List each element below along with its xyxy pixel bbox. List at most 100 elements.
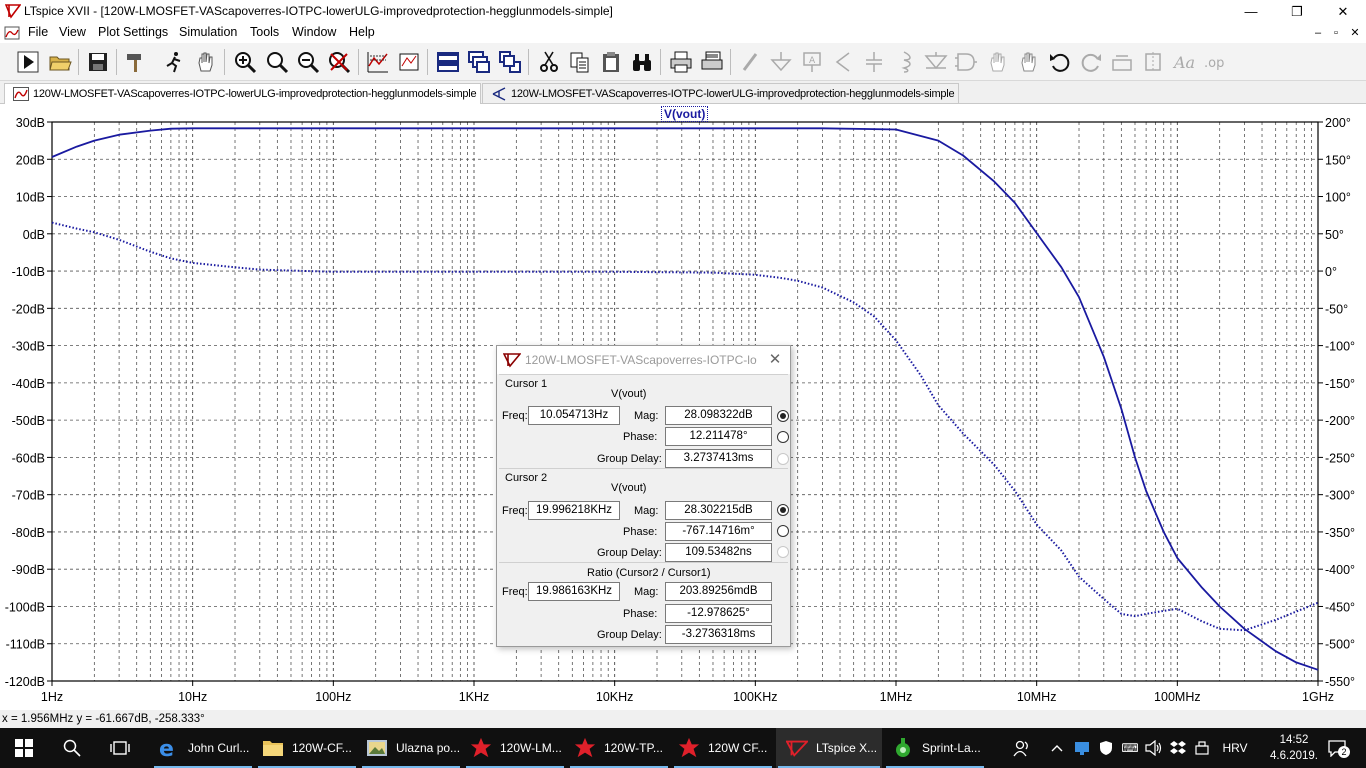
- cursor2-phase-field[interactable]: -767.14716m°: [665, 522, 772, 541]
- cursor2-phase-radio[interactable]: [777, 525, 789, 537]
- cursor1-phase-field[interactable]: 12.211478°: [665, 427, 772, 446]
- taskbar-item-ltspice-2[interactable]: 120W-TP...: [568, 728, 670, 768]
- pencil-icon: [742, 53, 758, 71]
- mdi-minimize-button[interactable]: –: [1309, 25, 1327, 41]
- inductor-button[interactable]: [890, 48, 918, 76]
- taskbar-item-edge[interactable]: e John Curl...: [152, 728, 254, 768]
- label-net-button[interactable]: A: [798, 48, 826, 76]
- ground-button[interactable]: [767, 48, 795, 76]
- ratio-phase-field[interactable]: -12.978625°: [665, 604, 772, 623]
- zoom-cancel-button[interactable]: [325, 48, 353, 76]
- cursor2-gd-field[interactable]: 109.53482ns: [665, 543, 772, 562]
- tray-volume[interactable]: [1143, 728, 1165, 768]
- move-button[interactable]: [984, 48, 1012, 76]
- search-button[interactable]: [48, 728, 96, 768]
- tray-dropbox[interactable]: [1167, 728, 1189, 768]
- run-button[interactable]: [14, 48, 42, 76]
- menu-plot-settings[interactable]: Plot Settings: [98, 25, 168, 39]
- people-button[interactable]: [1008, 728, 1036, 768]
- menu-help[interactable]: Help: [349, 25, 375, 39]
- tray-overflow-button[interactable]: [1046, 728, 1068, 768]
- tab-waveform[interactable]: 120W-LMOSFET-VAScapoverres-IOTPC-lowerUL…: [4, 83, 482, 104]
- dialog-title-bar[interactable]: 120W-LMOSFET-VAScapoverres-IOTPC-lo... ✕: [497, 346, 790, 374]
- mdi-restore-button[interactable]: ▫: [1327, 25, 1345, 41]
- ratio-freq-field[interactable]: 19.986163KHz: [528, 582, 620, 601]
- cursor-dialog[interactable]: 120W-LMOSFET-VAScapoverres-IOTPC-lo... ✕…: [496, 345, 791, 647]
- cascade-button[interactable]: [465, 48, 493, 76]
- menu-file[interactable]: File: [28, 25, 48, 39]
- capacitor-button[interactable]: [829, 48, 857, 76]
- cursor2-mag-field[interactable]: 28.302215dB: [665, 501, 772, 520]
- ratio-mag-field[interactable]: 203.89256mdB: [665, 582, 772, 601]
- dialog-close-button[interactable]: ✕: [765, 350, 785, 370]
- cursor1-mag-radio[interactable]: [777, 410, 789, 422]
- taskbar-item-viewer[interactable]: Ulazna po...: [360, 728, 462, 768]
- resistor-button[interactable]: [860, 48, 888, 76]
- control-panel-button[interactable]: [122, 48, 150, 76]
- undo-button[interactable]: [1046, 48, 1074, 76]
- redo-button[interactable]: [1077, 48, 1105, 76]
- paste-button[interactable]: [597, 48, 625, 76]
- minimize-button[interactable]: —: [1228, 0, 1274, 23]
- draw-wire-button[interactable]: [736, 48, 764, 76]
- menu-tools[interactable]: Tools: [250, 25, 279, 39]
- task-view-button[interactable]: [96, 728, 144, 768]
- find-button[interactable]: [628, 48, 656, 76]
- zoom-box-button[interactable]: [263, 48, 291, 76]
- ratio-gd-field[interactable]: -3.2736318ms: [665, 625, 772, 644]
- save-button[interactable]: [84, 48, 112, 76]
- document-system-icon[interactable]: [4, 25, 20, 41]
- taskbar-item-sprint[interactable]: Sprint-La...: [884, 728, 986, 768]
- taskbar-item-ltspice-active[interactable]: LTspice X...: [776, 728, 882, 768]
- cursor1-phase-radio[interactable]: [777, 431, 789, 443]
- tray-defender[interactable]: [1095, 728, 1117, 768]
- close-button[interactable]: ✕: [1320, 0, 1366, 23]
- tray-security[interactable]: [1071, 728, 1093, 768]
- component-button[interactable]: [952, 48, 980, 76]
- menu-simulation[interactable]: Simulation: [179, 25, 237, 39]
- menu-window[interactable]: Window: [292, 25, 336, 39]
- copy-button[interactable]: [566, 48, 594, 76]
- text-button[interactable]: Aa: [1170, 48, 1198, 76]
- plot-settings-button[interactable]: [395, 48, 423, 76]
- start-button[interactable]: [0, 728, 48, 768]
- cut-button[interactable]: [535, 48, 563, 76]
- taskbar-clock[interactable]: 14:52 4.6.2019.: [1262, 732, 1326, 764]
- cursor1-gd-field[interactable]: 3.2737413ms: [665, 449, 772, 468]
- restore-button[interactable]: ❐: [1274, 0, 1320, 23]
- halt-button[interactable]: [160, 48, 188, 76]
- y-left-tick-label: -10dB: [12, 265, 45, 279]
- tile-horizontal-button[interactable]: [434, 48, 462, 76]
- cursor2-freq-field[interactable]: 19.996218KHz: [528, 501, 620, 520]
- cursor1-mag-field[interactable]: 28.098322dB: [665, 406, 772, 425]
- tile-vertical-button[interactable]: [496, 48, 524, 76]
- spice-directive-button[interactable]: .op: [1201, 48, 1229, 76]
- autorange-button[interactable]: [364, 48, 392, 76]
- mirror-button[interactable]: [1139, 48, 1167, 76]
- diode-button[interactable]: [922, 48, 950, 76]
- tray-language[interactable]: HRV: [1218, 728, 1252, 768]
- rotate-button[interactable]: [1108, 48, 1136, 76]
- zoom-in-button[interactable]: [231, 48, 259, 76]
- taskbar-item-ltspice-3[interactable]: 120W CF...: [672, 728, 774, 768]
- mdi-close-button[interactable]: ✕: [1346, 25, 1364, 41]
- taskbar-item-ltspice-1[interactable]: 120W-LM...: [464, 728, 566, 768]
- cursor2-gd-radio[interactable]: [777, 546, 789, 558]
- open-button[interactable]: [46, 48, 74, 76]
- zoom-out-button[interactable]: [294, 48, 322, 76]
- print-button[interactable]: [667, 48, 695, 76]
- action-center-button[interactable]: 2: [1322, 728, 1352, 768]
- menu-view[interactable]: View: [59, 25, 86, 39]
- drag-button[interactable]: [1015, 48, 1043, 76]
- print-setup-icon: [701, 51, 723, 70]
- trace-label-vout[interactable]: V(vout): [661, 106, 709, 122]
- tray-ime[interactable]: ⌨: [1119, 728, 1141, 768]
- tab-schematic[interactable]: 120W-LMOSFET-VAScapoverres-IOTPC-lowerUL…: [482, 83, 960, 104]
- cursor1-freq-field[interactable]: 10.054713Hz: [528, 406, 620, 425]
- cursor1-gd-radio[interactable]: [777, 453, 789, 465]
- pan-button[interactable]: [192, 48, 220, 76]
- taskbar-item-explorer[interactable]: 120W-CF...: [256, 728, 358, 768]
- tray-usb[interactable]: [1191, 728, 1213, 768]
- cursor2-mag-radio[interactable]: [777, 504, 789, 516]
- print-setup-button[interactable]: [698, 48, 726, 76]
